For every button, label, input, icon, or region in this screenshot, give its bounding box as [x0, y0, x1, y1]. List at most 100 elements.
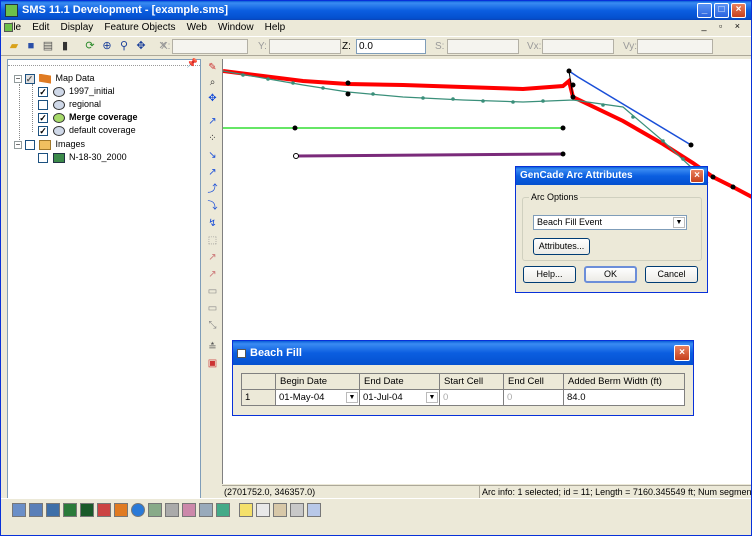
measure-tool-icon[interactable]: ⤡: [205, 319, 220, 333]
collapse-icon[interactable]: −: [14, 74, 22, 83]
column-header-begin-date[interactable]: Begin Date: [275, 373, 360, 390]
tree-node-coverage-merge[interactable]: ✓ Merge coverage: [38, 111, 138, 124]
create-feature-tool-icon[interactable]: ↗: [205, 251, 220, 265]
begin-date-cell[interactable]: 01-May-04 ▼: [275, 389, 360, 406]
gis-module-icon[interactable]: [131, 503, 145, 517]
attributes-button[interactable]: Attributes...: [533, 238, 590, 255]
maximize-button[interactable]: □: [714, 3, 729, 18]
arc-options-label: Arc Options: [529, 192, 581, 202]
delete-icon[interactable]: ▮: [58, 39, 72, 53]
pan-icon[interactable]: ✥: [134, 39, 148, 53]
tree-node-images[interactable]: − Images: [14, 138, 85, 151]
z-coordinate-field[interactable]: 0.0: [356, 39, 426, 54]
pan-tool-icon[interactable]: ✥: [205, 92, 220, 106]
arc-group-tool-icon[interactable]: ⤵: [205, 200, 220, 214]
rotate-icon[interactable]: ⚲: [117, 39, 131, 53]
checkbox-checked[interactable]: ✓: [38, 125, 48, 136]
cursor-icon[interactable]: [256, 503, 270, 517]
column-header-berm-width[interactable]: Added Berm Width (ft): [563, 373, 685, 390]
berm-width-cell[interactable]: 84.0: [563, 389, 685, 406]
y-coordinate-field[interactable]: [269, 39, 341, 54]
checkbox-partial[interactable]: ✓: [24, 73, 35, 84]
quadtree-icon[interactable]: [80, 503, 94, 517]
close-button[interactable]: ×: [731, 3, 746, 18]
s-field[interactable]: [447, 39, 519, 54]
document-icon[interactable]: [4, 23, 13, 32]
menu-window[interactable]: Window: [214, 20, 258, 35]
1d-grid-icon[interactable]: [165, 503, 179, 517]
paint-icon[interactable]: [273, 503, 287, 517]
menu-display[interactable]: Display: [56, 20, 97, 35]
checkbox-unchecked[interactable]: [38, 152, 48, 163]
chevron-down-icon[interactable]: ▼: [426, 392, 438, 403]
raster-module-icon[interactable]: [199, 503, 213, 517]
tree-node-coverage-default[interactable]: ✓ default coverage: [38, 124, 136, 137]
create-vertex-tool-icon[interactable]: ⤴: [205, 183, 220, 197]
tree-node-image[interactable]: N-18-30_2000: [38, 151, 127, 164]
menu-edit[interactable]: Edit: [28, 20, 53, 35]
column-header-end-date[interactable]: End Date: [359, 373, 440, 390]
tree-module-icon[interactable]: [148, 503, 162, 517]
open-folder-icon[interactable]: ▰: [7, 39, 21, 53]
frame-icon[interactable]: ⊕: [100, 39, 114, 53]
tree-node-coverage-regional[interactable]: regional: [38, 98, 101, 111]
select-feature-tool-icon[interactable]: ↗: [205, 268, 220, 282]
select-polygon-tool-icon[interactable]: ↯: [205, 217, 220, 231]
chevron-down-icon[interactable]: ▼: [673, 217, 685, 228]
select-arc-tool-icon[interactable]: ↗: [205, 166, 220, 180]
vy-field[interactable]: [637, 39, 713, 54]
dialog-close-button[interactable]: ×: [674, 345, 690, 361]
pin-icon[interactable]: 📌: [187, 58, 198, 69]
create-arc-tool-icon[interactable]: ↗: [205, 115, 220, 129]
map-module-icon[interactable]: [114, 503, 128, 517]
ok-button[interactable]: OK: [584, 266, 637, 283]
tip-icon[interactable]: [239, 503, 253, 517]
layout-icon[interactable]: [290, 503, 304, 517]
select-region-tool-icon[interactable]: ⬚: [205, 234, 220, 248]
checkbox-unchecked[interactable]: [38, 99, 48, 110]
menu-help[interactable]: Help: [261, 20, 290, 35]
arc-type-select[interactable]: Beach Fill Event ▼: [533, 215, 687, 230]
mesh-module-icon[interactable]: [12, 503, 26, 517]
vx-field[interactable]: [542, 39, 614, 54]
dialog-title-bar[interactable]: GenCade Arc Attributes: [516, 167, 707, 185]
select-tool-icon[interactable]: ✎: [205, 61, 220, 75]
box-tool-icon[interactable]: ▭: [205, 302, 220, 316]
tree-node-map-data[interactable]: − ✓ Map Data: [14, 72, 95, 85]
x-coordinate-field[interactable]: [172, 39, 248, 54]
scatter-module-icon[interactable]: [46, 503, 60, 517]
menu-web[interactable]: Web: [183, 20, 211, 35]
grid-module-icon[interactable]: [29, 503, 43, 517]
checkbox-checked[interactable]: ✓: [38, 86, 48, 97]
refresh-icon[interactable]: ⟳: [83, 39, 97, 53]
checkbox-unchecked[interactable]: [24, 139, 35, 150]
help-button[interactable]: Help...: [523, 266, 576, 283]
minimize-button[interactable]: _: [697, 3, 712, 18]
particle-module-icon[interactable]: [97, 503, 111, 517]
select-vertex-tool-icon[interactable]: ↘: [205, 149, 220, 163]
title-bar[interactable]: SMS 11.1 Development - [example.sms] _ □…: [1, 1, 751, 20]
river-module-icon[interactable]: [182, 503, 196, 517]
zoom-tool-icon[interactable]: ⌕: [205, 76, 220, 90]
print-icon[interactable]: ▤: [41, 39, 55, 53]
dialog-close-button[interactable]: ×: [690, 169, 704, 183]
save-icon[interactable]: ■: [24, 39, 38, 53]
rectangle-tool-icon[interactable]: ▭: [205, 285, 220, 299]
dialog-title-bar[interactable]: Beach Fill: [233, 341, 693, 365]
select-point-tool-icon[interactable]: ⁘: [205, 132, 220, 146]
contour-tool-icon[interactable]: ≛: [205, 341, 220, 355]
column-header-start-cell[interactable]: Start Cell: [439, 373, 504, 390]
collapse-icon[interactable]: −: [14, 140, 22, 149]
end-date-cell[interactable]: 01-Jul-04 ▼: [359, 389, 440, 406]
tree-node-coverage-1997[interactable]: ✓ 1997_initial: [38, 85, 115, 98]
chevron-down-icon[interactable]: ▼: [346, 392, 358, 403]
menu-feature-objects[interactable]: Feature Objects: [100, 20, 179, 35]
column-header-end-cell[interactable]: End Cell: [503, 373, 564, 390]
window-icon[interactable]: [307, 503, 321, 517]
cartesian-grid-icon[interactable]: [63, 503, 77, 517]
checkbox-checked[interactable]: ✓: [38, 112, 48, 123]
annotation-tool-icon[interactable]: ▣: [205, 357, 220, 371]
image-module-icon[interactable]: [216, 503, 230, 517]
cancel-button[interactable]: Cancel: [645, 266, 698, 283]
mdi-window-controls[interactable]: _ ▫ ×: [702, 21, 745, 31]
